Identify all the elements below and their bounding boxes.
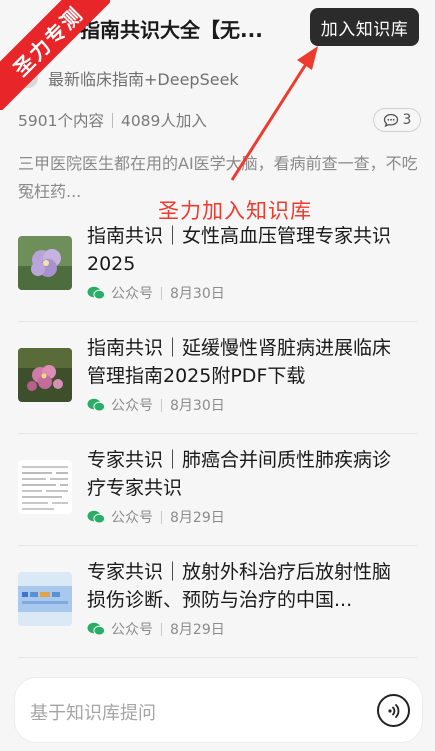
article-meta: 公众号 8月30日 <box>87 395 225 415</box>
comment-button[interactable]: 3 <box>373 108 421 132</box>
meta-divider <box>161 398 162 412</box>
wechat-icon <box>87 286 105 300</box>
article-meta: 公众号 8月29日 <box>87 507 225 527</box>
article-thumbnail <box>18 572 72 626</box>
list-item[interactable]: 指南共识｜女性高血压管理专家共识2025 公众号 8月30日 <box>0 210 435 322</box>
article-title: 指南共识｜延缓慢性肾脏病进展临床管理指南2025附PDF下载 <box>87 337 392 387</box>
content-count: 5901个内容 <box>18 112 104 130</box>
meta-divider <box>161 510 162 524</box>
article-source: 公众号 <box>111 398 153 414</box>
list-item[interactable]: 专家共识｜肺癌合并间质性肺疾病诊疗专家共识 公众号 8月29日 <box>0 434 435 546</box>
comment-count: 3 <box>402 112 412 128</box>
article-source: 公众号 <box>111 622 153 638</box>
article-list: 指南共识｜女性高血压管理专家共识2025 公众号 8月30日 指南共识｜延缓慢性… <box>0 210 435 658</box>
article-date: 8月30日 <box>170 286 225 302</box>
article-date: 8月30日 <box>170 398 225 414</box>
article-title: 指南共识｜女性高血压管理专家共识2025 <box>87 225 392 275</box>
list-item[interactable]: 专家共识｜放射外科治疗后放射性脑损伤诊断、预防与治疗的中国... 公众号 8月2… <box>0 546 435 658</box>
article-meta: 公众号 8月30日 <box>87 283 225 303</box>
ask-input[interactable]: 基于知识库提问 <box>14 677 423 743</box>
stats-divider <box>111 113 113 128</box>
member-count: 4089人加入 <box>120 112 207 130</box>
article-title: 专家共识｜放射外科治疗后放射性脑损伤诊断、预防与治疗的中国... <box>87 561 392 611</box>
divider <box>18 657 417 658</box>
article-date: 8月29日 <box>170 510 225 526</box>
ask-placeholder: 基于知识库提问 <box>30 703 156 724</box>
article-thumbnail <box>18 460 72 514</box>
article-meta: 公众号 8月29日 <box>87 619 225 639</box>
article-date: 8月29日 <box>170 622 225 638</box>
voice-button[interactable] <box>377 694 410 727</box>
ribbon-label: 圣力专测 <box>0 0 110 110</box>
join-kb-button[interactable]: 加入知识库 <box>310 8 419 46</box>
voice-wave-icon <box>387 703 399 718</box>
blue-banner-image <box>18 572 72 626</box>
wechat-icon <box>87 398 105 412</box>
wechat-icon <box>87 510 105 524</box>
article-source: 公众号 <box>111 286 153 302</box>
article-title: 专家共识｜肺癌合并间质性肺疾病诊疗专家共识 <box>87 449 392 499</box>
pink-flower-image <box>18 348 72 402</box>
document-table-image <box>18 460 72 514</box>
article-thumbnail <box>18 348 72 402</box>
meta-divider <box>161 286 162 300</box>
meta-divider <box>161 622 162 636</box>
article-thumbnail <box>18 236 72 290</box>
comment-icon <box>383 113 398 127</box>
article-source: 公众号 <box>111 510 153 526</box>
list-item[interactable]: 指南共识｜延缓慢性肾脏病进展临床管理指南2025附PDF下载 公众号 8月30日 <box>0 322 435 434</box>
kb-stats: 5901个内容 4089人加入 <box>18 109 207 131</box>
wechat-icon <box>87 622 105 636</box>
corner-ribbon: 圣力专测 <box>0 0 110 110</box>
purple-flower-image <box>18 236 72 290</box>
